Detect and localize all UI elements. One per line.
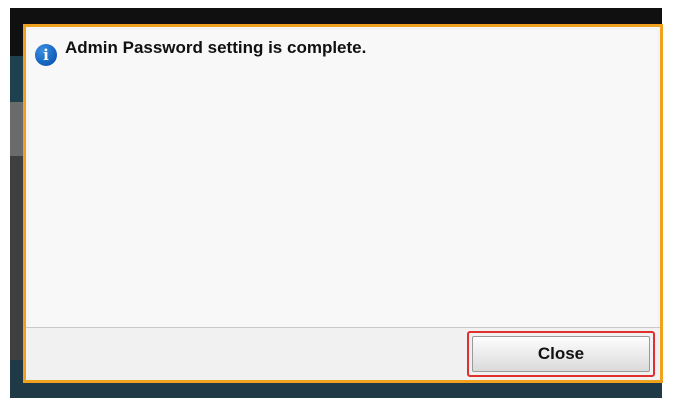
close-button[interactable]: Close xyxy=(472,336,650,372)
message-row: i Admin Password setting is complete. xyxy=(35,38,366,66)
dialog-body: i Admin Password setting is complete. xyxy=(29,30,657,377)
dialog-message: Admin Password setting is complete. xyxy=(65,38,367,57)
completion-dialog: i Admin Password setting is complete. Cl… xyxy=(23,24,663,383)
info-icon: i xyxy=(35,44,57,66)
